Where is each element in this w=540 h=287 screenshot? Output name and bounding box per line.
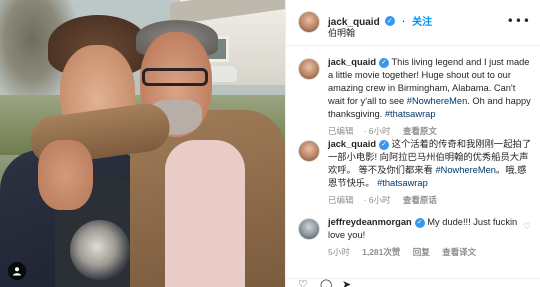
action-bar: ♡ ◯ ➤ — [286, 278, 540, 287]
comment-likes[interactable]: 1,281次赞 — [362, 247, 400, 257]
avatar[interactable] — [298, 140, 320, 162]
edited-label: 已编辑 — [328, 195, 354, 205]
glasses — [142, 68, 208, 86]
comment-item: jeffreydeanmorgan ✓ My dude!!! Just fucki… — [286, 216, 540, 276]
shirt-print — [70, 220, 130, 280]
comment-username[interactable]: jeffreydeanmorgan — [328, 217, 412, 227]
hashtag-link[interactable]: #NowhereMen — [407, 96, 467, 106]
verified-badge-icon: ✓ — [379, 57, 390, 68]
tattooed-hand — [38, 140, 93, 210]
comment-time[interactable]: 6小时 — [369, 126, 391, 136]
post-location[interactable]: 伯明翰 — [328, 26, 355, 39]
see-original-link[interactable]: 查看原话 — [403, 195, 437, 205]
heart-icon[interactable]: ♡ — [523, 222, 531, 232]
comment-icon[interactable]: ◯ — [320, 278, 332, 287]
post-photo[interactable] — [0, 0, 285, 287]
see-original-link[interactable]: 查看原文 — [403, 126, 437, 136]
avatar[interactable] — [298, 11, 320, 33]
avatar[interactable] — [298, 58, 320, 80]
hashtag-link[interactable]: #thatsawrap — [377, 178, 428, 188]
hashtag-link[interactable]: #thatsawrap — [385, 109, 436, 119]
post-header: jack_quaid ✓ · 关注 伯明翰 ••• — [286, 0, 540, 46]
heart-icon[interactable]: ♡ — [298, 278, 308, 287]
separator-dot: · — [401, 17, 406, 28]
comment-time[interactable]: 5小时 — [328, 247, 350, 257]
more-options-icon[interactable]: ••• — [507, 14, 531, 28]
share-icon[interactable]: ➤ — [342, 278, 351, 287]
comment-username[interactable]: jack_quaid — [328, 57, 376, 67]
hashtag-link[interactable]: #NowhereMen — [435, 165, 495, 175]
comment-time[interactable]: 6小时 — [369, 195, 391, 205]
reply-button[interactable]: 回复 — [413, 247, 430, 257]
comment-username[interactable]: jack_quaid — [328, 139, 376, 149]
follow-button[interactable]: 关注 — [412, 17, 432, 28]
user-tag-icon[interactable] — [8, 262, 26, 280]
caption: jack_quaid ✓ This living legend and I jus… — [286, 56, 540, 136]
verified-badge-icon: ✓ — [414, 217, 425, 228]
person-right-tshirt — [165, 140, 245, 287]
translated-caption: jack_quaid ✓ 这个活着的传奇和我刚刚一起拍了一部小电影! 向阿拉巴马州… — [286, 138, 540, 208]
post-details-panel: jack_quaid ✓ · 关注 伯明翰 ••• jack_quaid ✓ Th… — [285, 0, 540, 287]
verified-badge-icon: ✓ — [384, 15, 395, 26]
verified-badge-icon: ✓ — [379, 139, 390, 150]
avatar[interactable] — [298, 218, 320, 240]
see-translation-link[interactable]: 查看译文 — [442, 247, 476, 257]
edited-label: 已编辑 — [328, 126, 354, 136]
